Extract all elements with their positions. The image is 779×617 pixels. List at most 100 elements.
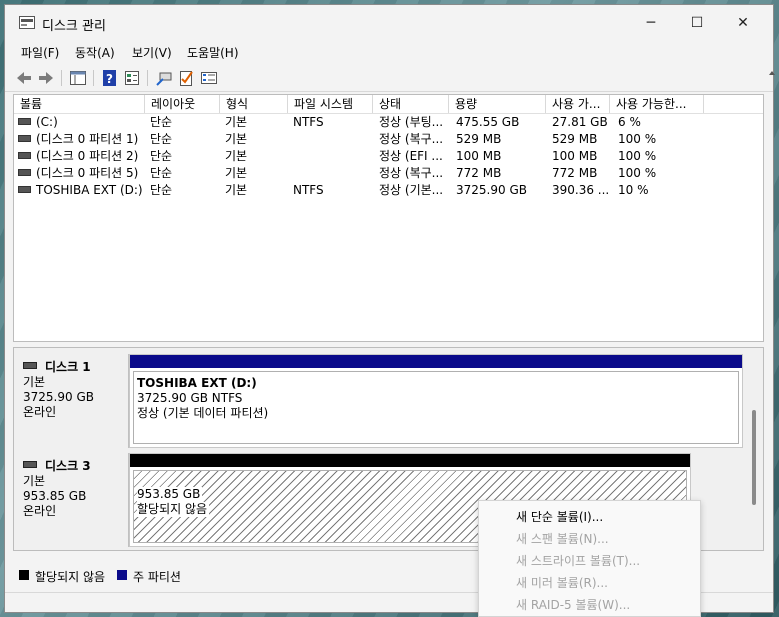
volume-name: (C:) — [36, 115, 58, 129]
cell-free-space: 529 MB — [552, 132, 598, 146]
toolbar-separator — [61, 70, 62, 86]
cell-free-space: 772 MB — [552, 166, 598, 180]
cell-percent-free: 100 % — [618, 132, 657, 146]
disk-size: 953.85 GB — [23, 489, 87, 503]
menu-view[interactable]: 보기(V) — [132, 44, 172, 61]
help-icon[interactable]: ? — [101, 69, 119, 87]
disk-name: 디스크 1 — [45, 360, 91, 374]
cell-capacity: 100 MB — [456, 149, 502, 163]
menu-action[interactable]: 동작(A) — [75, 44, 115, 61]
cell-layout: 단순 — [150, 149, 173, 163]
disk-size: 3725.90 GB — [23, 390, 94, 404]
cell-status: 정상 (복구... — [379, 132, 444, 146]
cell-layout: 단순 — [150, 132, 173, 146]
menu-new-simple-volume[interactable]: 새 단순 볼륨(I)... — [516, 508, 603, 525]
table-row[interactable]: (C:) 단순 기본 NTFS 정상 (부팅... 475.55 GB 27.8… — [14, 114, 763, 131]
disk-status: 온라인 — [23, 405, 57, 419]
unallocated-size: 953.85 GB — [137, 487, 203, 502]
column-header-free-space[interactable]: 사용 가... — [546, 95, 610, 113]
disk-1-label[interactable]: 디스크 1 기본 3725.90 GB 온라인 — [14, 354, 129, 448]
drive-icon — [18, 118, 31, 125]
cell-percent-free: 6 % — [618, 115, 641, 129]
partition-status: 정상 (기본 데이터 파티션) — [137, 406, 269, 420]
legend-primary-partition-swatch — [117, 570, 127, 580]
column-header-layout[interactable]: 레이아웃 — [145, 95, 220, 113]
cell-capacity: 529 MB — [456, 132, 502, 146]
volume-list-pane: 볼륨 레이아웃 형식 파일 시스템 상태 용량 사용 가... 사용 가능한..… — [13, 94, 764, 342]
table-row[interactable]: TOSHIBA EXT (D:) 단순 기본 NTFS 정상 (기본... 37… — [14, 182, 763, 199]
cell-volume: TOSHIBA EXT (D:) — [18, 182, 142, 199]
minimize-button[interactable]: ─ — [628, 5, 674, 41]
unallocated-bar — [130, 454, 690, 467]
cell-volume: (디스크 0 파티션 1) — [18, 131, 142, 148]
column-header-volume[interactable]: 볼륨 — [14, 95, 145, 113]
menu-new-striped-volume: 새 스트라이프 볼륨(T)... — [516, 554, 641, 568]
maximize-button[interactable]: ☐ — [674, 5, 720, 41]
cell-layout: 단순 — [150, 183, 173, 197]
cell-free-space: 390.36 ... — [552, 183, 610, 197]
column-header-capacity[interactable]: 용량 — [449, 95, 546, 113]
window-title: 디스크 관리 — [42, 19, 106, 34]
disk-icon — [23, 362, 37, 369]
cell-free-space: 100 MB — [552, 149, 598, 163]
drive-icon — [18, 169, 31, 176]
column-header-percent-free[interactable]: 사용 가능한... — [610, 95, 704, 113]
cell-volume: (디스크 0 파티션 2) — [18, 148, 142, 165]
cell-type: 기본 — [225, 183, 248, 197]
table-row[interactable]: (디스크 0 파티션 2) 단순 기본 정상 (EFI ... 100 MB 1… — [14, 148, 763, 165]
show-hide-console-tree-icon[interactable] — [69, 69, 87, 87]
disk-type: 기본 — [23, 375, 46, 389]
disk-pane-scrollbar[interactable] — [752, 410, 756, 505]
cell-file-system — [293, 165, 371, 182]
forward-icon[interactable] — [37, 69, 55, 87]
column-header-type[interactable]: 형식 — [220, 95, 288, 113]
cell-type: 기본 — [225, 149, 248, 163]
cell-file-system — [293, 131, 371, 148]
disk-status: 온라인 — [23, 504, 57, 518]
menu-new-raid5-volume: 새 RAID-5 볼륨(W)... — [516, 598, 631, 612]
connect-icon[interactable] — [155, 69, 173, 87]
cell-volume: (C:) — [18, 114, 142, 131]
volume-name: (디스크 0 파티션 1) — [36, 132, 139, 146]
close-button[interactable]: ✕ — [720, 5, 766, 41]
menu-help[interactable]: 도움말(H) — [187, 44, 239, 61]
toolbar-separator — [147, 70, 148, 86]
cell-percent-free: 10 % — [618, 183, 649, 197]
disk-1-partition-area: TOSHIBA EXT (D:) 3725.90 GB NTFS 정상 (기본 … — [129, 354, 743, 448]
table-row[interactable]: (디스크 0 파티션 5) 단순 기본 정상 (복구... 772 MB 772… — [14, 165, 763, 182]
column-header-status[interactable]: 상태 — [373, 95, 449, 113]
disk-icon — [23, 461, 37, 468]
cell-type: 기본 — [225, 115, 248, 129]
partition-tosh-ext[interactable]: TOSHIBA EXT (D:) 3725.90 GB NTFS 정상 (기본 … — [133, 371, 739, 444]
drive-icon — [18, 135, 31, 142]
cell-status: 정상 (EFI ... — [379, 149, 443, 163]
volume-name: (디스크 0 파티션 5) — [36, 166, 139, 180]
scroll-up-arrow-icon[interactable] — [769, 65, 775, 81]
primary-partition-bar — [130, 355, 742, 368]
toolbar-separator — [93, 70, 94, 86]
table-row[interactable]: (디스크 0 파티션 1) 단순 기본 정상 (복구... 529 MB 529… — [14, 131, 763, 148]
cell-percent-free: 100 % — [618, 149, 657, 163]
volume-name: TOSHIBA EXT (D:) — [36, 183, 142, 197]
cell-status: 정상 (복구... — [379, 166, 444, 180]
disk-management-app-icon — [19, 16, 35, 29]
cell-layout: 단순 — [150, 166, 173, 180]
disk-3-label[interactable]: 디스크 3 기본 953.85 GB 온라인 — [14, 453, 129, 547]
title-bar: 디스크 관리 ─ ☐ ✕ — [5, 5, 773, 41]
column-header-file-system[interactable]: 파일 시스템 — [288, 95, 373, 113]
legend-unallocated-label: 할당되지 않음 — [35, 570, 106, 584]
disk-type: 기본 — [23, 474, 46, 488]
drive-icon — [18, 152, 31, 159]
list-icon[interactable] — [200, 69, 218, 87]
volume-name: (디스크 0 파티션 2) — [36, 149, 139, 163]
cell-capacity: 772 MB — [456, 166, 502, 180]
cell-type: 기본 — [225, 132, 248, 146]
back-icon[interactable] — [15, 69, 33, 87]
cell-percent-free: 100 % — [618, 166, 657, 180]
menu-file[interactable]: 파일(F) — [21, 44, 59, 61]
cell-status: 정상 (부팅... — [379, 115, 444, 129]
checkmark-icon[interactable] — [177, 69, 195, 87]
cell-type: 기본 — [225, 166, 248, 180]
cell-file-system: NTFS — [293, 183, 324, 197]
properties-icon[interactable] — [123, 69, 141, 87]
